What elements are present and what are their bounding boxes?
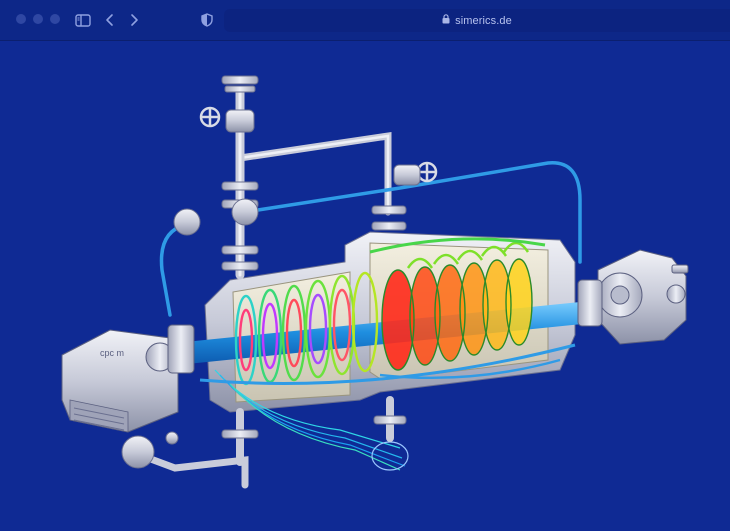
left-drive-motor: cpc m xyxy=(61,329,179,433)
compressor-illustration: cpc m xyxy=(61,75,689,489)
browser-toolbar: simerics.de xyxy=(0,0,730,40)
shield-icon[interactable] xyxy=(198,11,216,29)
chevron-right-icon[interactable] xyxy=(125,11,143,29)
address-bar[interactable]: simerics.de xyxy=(224,9,730,32)
sidebar-toggle-icon[interactable] xyxy=(74,11,92,29)
url-text: simerics.de xyxy=(455,14,512,27)
minimize-window-button[interactable] xyxy=(33,14,43,24)
browser-window: simerics.de cpc m xyxy=(0,0,730,531)
motor-nameplate: cpc m xyxy=(100,348,124,358)
right-gearbox xyxy=(597,249,689,345)
page-content: cpc m xyxy=(0,40,730,531)
zoom-window-button[interactable] xyxy=(50,14,60,24)
chevron-left-icon[interactable] xyxy=(101,11,119,29)
close-window-button[interactable] xyxy=(16,14,26,24)
lock-icon xyxy=(442,14,450,27)
window-controls xyxy=(16,14,60,24)
